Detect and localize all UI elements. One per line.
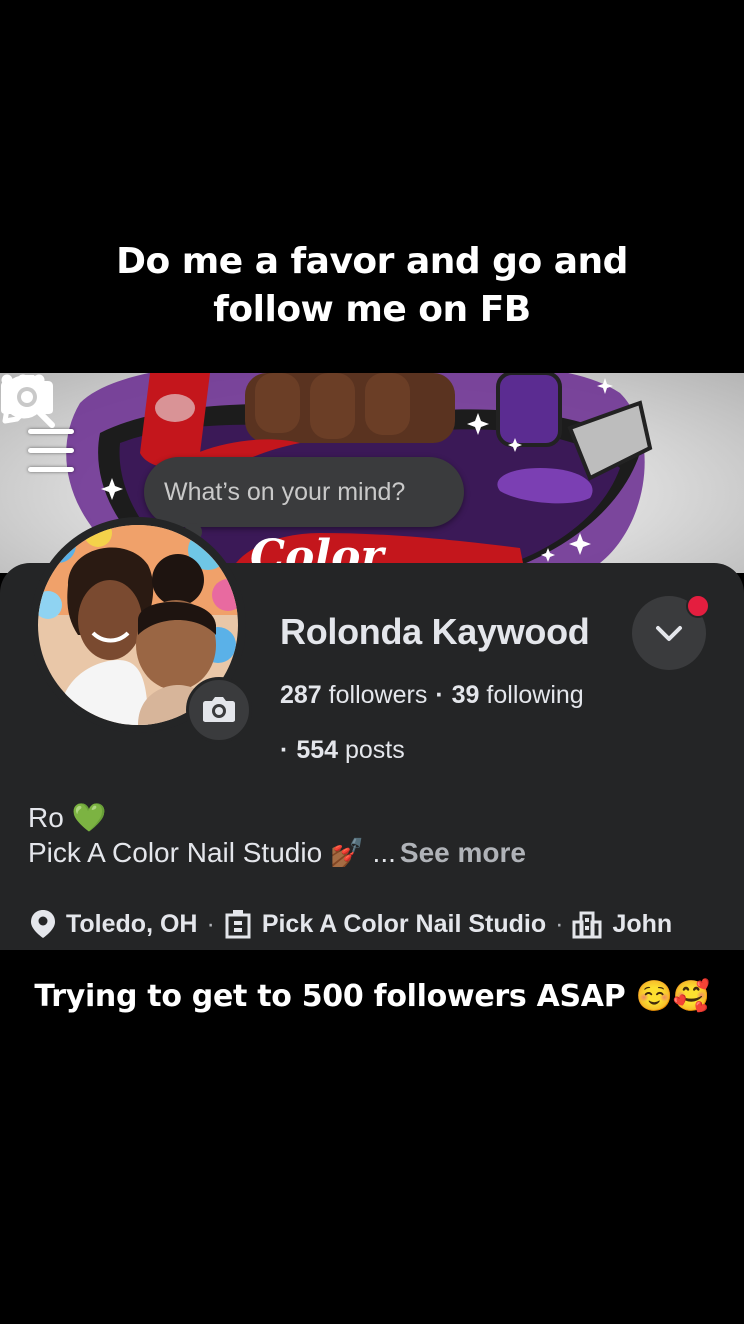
notification-dot — [686, 594, 710, 618]
composer-placeholder: What’s on your mind? — [164, 478, 406, 506]
hamburger-icon[interactable] — [28, 429, 74, 473]
composer-bubble[interactable]: What’s on your mind? — [144, 457, 464, 527]
stats-separator: · — [435, 681, 444, 709]
bio-line-2: Pick A Color Nail Studio 💅🏾 ... See more — [28, 836, 526, 869]
chevron-down-icon — [656, 626, 682, 641]
camera-icon — [203, 697, 235, 722]
bio-line-1: Ro 💚 — [28, 802, 107, 833]
following-link[interactable]: 39 following — [452, 681, 584, 709]
following-label: following — [486, 681, 584, 709]
stats-row-2: · 554 posts — [280, 736, 405, 765]
caption-top-line-1: Do me a favor and go and — [116, 241, 628, 282]
stats-separator: · — [280, 736, 289, 764]
location-pin-icon — [31, 910, 55, 938]
followers-label: followers — [328, 681, 428, 709]
posts-count: 554 — [296, 736, 339, 764]
followers-count: 287 — [280, 681, 322, 709]
avatar-camera-button[interactable] — [186, 677, 252, 743]
profile-name[interactable]: Rolonda Kaywood — [280, 611, 590, 653]
bio-text: Pick A Color Nail Studio 💅🏾 ... — [28, 837, 396, 868]
building-icon — [225, 910, 251, 939]
camera-icon[interactable] — [0, 373, 54, 415]
facebook-profile-screenshot: Color What’s on your mind? Rolonda Kaywo… — [0, 373, 744, 950]
caption-top: Do me a favor and go and follow me on FB — [0, 238, 744, 334]
details-separator: · — [555, 909, 564, 938]
following-count: 39 — [451, 681, 480, 709]
workplace-text[interactable]: Pick A Color Nail Studio — [262, 910, 546, 939]
city-icon — [572, 911, 602, 939]
location-text[interactable]: Toledo, OH — [66, 910, 197, 939]
posts-link[interactable]: 554 posts — [296, 736, 404, 764]
stats-row-1: 287 followers · 39 following — [280, 681, 584, 710]
caption-top-line-2: follow me on FB — [213, 289, 531, 330]
details-separator: · — [206, 909, 215, 938]
profile-details: Toledo, OH · Pick A Color Nail Studio · … — [30, 909, 672, 939]
followers-link[interactable]: 287 followers — [280, 681, 427, 709]
other-text[interactable]: John — [612, 910, 672, 939]
see-more-link[interactable]: See more — [400, 837, 526, 868]
posts-label: posts — [345, 736, 405, 764]
caption-bottom: Trying to get to 500 followers ASAP ☺️🥰 — [34, 979, 710, 1014]
